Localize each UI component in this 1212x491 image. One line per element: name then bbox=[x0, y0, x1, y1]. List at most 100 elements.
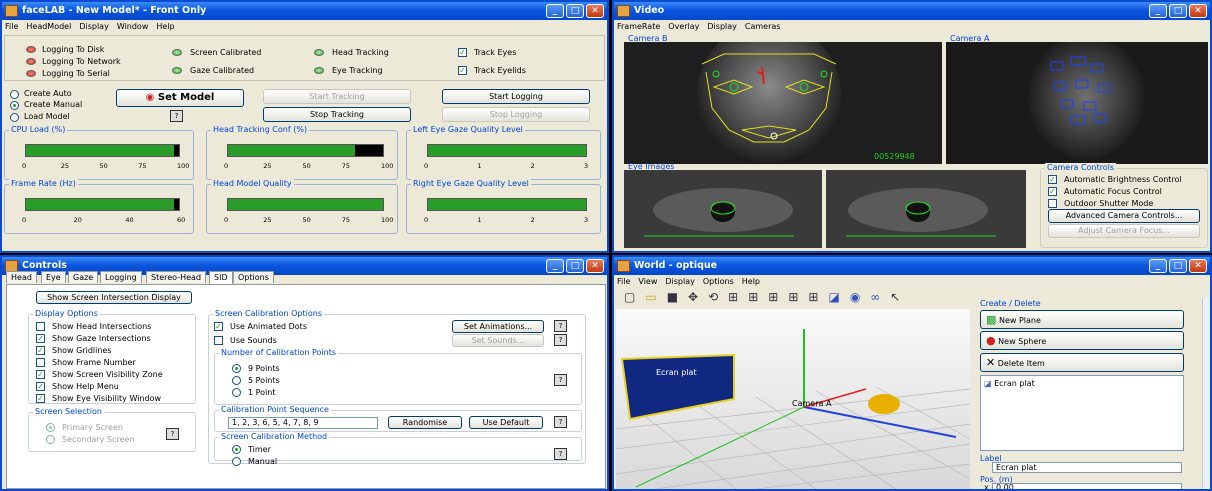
menu-window[interactable]: Window bbox=[117, 22, 149, 31]
create-auto-radio[interactable] bbox=[10, 90, 19, 99]
menu-help[interactable]: Help bbox=[156, 22, 174, 31]
maximize-button[interactable]: □ bbox=[1169, 4, 1187, 18]
view-persp-icon[interactable]: ⊞ bbox=[808, 290, 828, 304]
sequence-input[interactable]: 1, 2, 3, 6, 5, 4, 7, 8, 9 bbox=[228, 417, 378, 429]
track-eyes-checkbox[interactable]: ✓ bbox=[458, 48, 467, 57]
menu-display[interactable]: Display bbox=[79, 22, 109, 31]
set-animations-button[interactable]: Set Animations... bbox=[452, 320, 544, 333]
menu-framerate[interactable]: FrameRate bbox=[617, 22, 660, 31]
help-icon[interactable]: ? bbox=[554, 374, 567, 386]
open-folder-icon[interactable]: ▭ bbox=[645, 290, 666, 304]
menu-help[interactable]: Help bbox=[742, 277, 760, 286]
5-points-radio[interactable] bbox=[232, 376, 241, 385]
load-model-radio[interactable] bbox=[10, 113, 19, 122]
menu-view[interactable]: View bbox=[638, 277, 657, 286]
tab-gaze[interactable]: Gaze bbox=[68, 271, 99, 283]
timer-radio[interactable] bbox=[232, 445, 241, 454]
rotate-icon[interactable]: ⟲ bbox=[708, 290, 728, 304]
close-button[interactable]: ✕ bbox=[1189, 4, 1207, 18]
save-icon[interactable]: ■ bbox=[667, 290, 688, 304]
auto-brightness-checkbox[interactable]: ✓ bbox=[1048, 175, 1057, 184]
help-icon[interactable]: ? bbox=[554, 416, 567, 428]
tab-stereo-head[interactable]: Stereo-Head bbox=[146, 271, 207, 283]
group-label: Calibration Point Sequence bbox=[219, 405, 331, 414]
use-sounds-checkbox[interactable] bbox=[214, 336, 223, 345]
show-eye-visibility-window-checkbox[interactable]: ✓ bbox=[36, 394, 45, 403]
help-icon[interactable]: ? bbox=[554, 320, 567, 332]
new-file-icon[interactable]: ▢ bbox=[624, 290, 645, 304]
checkbox-label: Outdoor Shutter Mode bbox=[1064, 199, 1154, 208]
view-iso-icon[interactable]: ⊞ bbox=[788, 290, 808, 304]
manual-radio[interactable] bbox=[232, 457, 241, 466]
help-icon[interactable]: ? bbox=[554, 334, 567, 346]
new-plane-button[interactable]: ▩ New Plane bbox=[980, 310, 1184, 329]
start-tracking-button[interactable]: Start Tracking bbox=[263, 89, 411, 104]
binoculars-icon[interactable]: ∞ bbox=[870, 290, 890, 304]
menu-file[interactable]: File bbox=[5, 22, 18, 31]
new-sphere-button[interactable]: ● New Sphere bbox=[980, 331, 1184, 350]
track-eyelids-checkbox[interactable]: ✓ bbox=[458, 66, 467, 75]
secondary-screen-radio[interactable] bbox=[46, 435, 55, 444]
create-manual-radio[interactable] bbox=[10, 101, 19, 110]
9-points-radio[interactable] bbox=[232, 364, 241, 373]
show-gaze-intersections-checkbox[interactable]: ✓ bbox=[36, 334, 45, 343]
tab-sid[interactable]: SID bbox=[209, 271, 233, 284]
menu-file[interactable]: File bbox=[617, 277, 630, 286]
show-head-intersections-checkbox[interactable] bbox=[36, 322, 45, 331]
help-pointer-icon[interactable]: ↖ bbox=[890, 290, 910, 304]
show-gridlines-checkbox[interactable]: ✓ bbox=[36, 346, 45, 355]
use-animated-dots-checkbox[interactable]: ✓ bbox=[214, 322, 223, 331]
help-icon[interactable]: ? bbox=[166, 428, 179, 440]
group-label: Number of Calibration Points bbox=[219, 348, 339, 357]
randomise-button[interactable]: Randomise bbox=[388, 416, 462, 429]
show-frame-number-checkbox[interactable] bbox=[36, 358, 45, 367]
minimize-button[interactable]: _ bbox=[546, 4, 564, 18]
menu-display[interactable]: Display bbox=[707, 22, 737, 31]
stop-tracking-button[interactable]: Stop Tracking bbox=[263, 107, 411, 122]
set-model-button[interactable]: ◉ Set Model bbox=[116, 89, 244, 107]
camera-icon[interactable]: ◉ bbox=[850, 290, 870, 304]
view-front-icon[interactable]: ⊞ bbox=[728, 290, 748, 304]
maximize-button[interactable]: □ bbox=[1169, 259, 1187, 273]
stop-logging-button[interactable]: Stop Logging bbox=[442, 107, 590, 122]
view-top-icon[interactable]: ⊞ bbox=[768, 290, 788, 304]
delete-item-button[interactable]: ✕ Delete Item bbox=[980, 353, 1184, 372]
menu-display[interactable]: Display bbox=[665, 277, 695, 286]
help-icon[interactable]: ? bbox=[554, 448, 567, 460]
minimize-button[interactable]: _ bbox=[1149, 259, 1167, 273]
panel-scrollbar[interactable] bbox=[1202, 298, 1210, 489]
list-item[interactable]: ◪ Ecran plat bbox=[984, 379, 1035, 388]
show-help-menu-checkbox[interactable]: ✓ bbox=[36, 382, 45, 391]
tab-options[interactable]: Options bbox=[233, 271, 274, 283]
menu-options[interactable]: Options bbox=[703, 277, 734, 286]
outdoor-shutter-checkbox[interactable] bbox=[1048, 199, 1057, 208]
adjust-camera-focus-button[interactable]: Adjust Camera Focus... bbox=[1048, 224, 1200, 238]
primary-screen-radio[interactable] bbox=[46, 423, 55, 432]
view-side-icon[interactable]: ⊞ bbox=[748, 290, 768, 304]
label-input[interactable]: Ecran plat bbox=[992, 462, 1182, 473]
help-icon[interactable]: ? bbox=[170, 110, 183, 122]
maximize-button[interactable]: □ bbox=[566, 4, 584, 18]
advanced-camera-controls-button[interactable]: Advanced Camera Controls... bbox=[1048, 209, 1200, 223]
pos-x-input[interactable]: 0.00 bbox=[992, 483, 1182, 489]
move-icon[interactable]: ✥ bbox=[688, 290, 708, 304]
menu-headmodel[interactable]: HeadModel bbox=[26, 22, 71, 31]
set-sounds-button[interactable]: Set Sounds... bbox=[452, 334, 544, 347]
tab-eye[interactable]: Eye bbox=[41, 271, 66, 283]
auto-focus-checkbox[interactable]: ✓ bbox=[1048, 187, 1057, 196]
screen-icon[interactable]: ◪ bbox=[828, 290, 849, 304]
start-logging-button[interactable]: Start Logging bbox=[442, 89, 590, 104]
show-screen-intersection-button[interactable]: Show Screen Intersection Display bbox=[36, 291, 192, 304]
tab-head[interactable]: Head bbox=[6, 271, 37, 283]
tab-logging[interactable]: Logging bbox=[100, 271, 142, 283]
1-point-radio[interactable] bbox=[232, 388, 241, 397]
use-default-button[interactable]: Use Default bbox=[469, 416, 543, 429]
close-button[interactable]: ✕ bbox=[1189, 259, 1207, 273]
menu-overlay[interactable]: Overlay bbox=[668, 22, 699, 31]
menu-cameras[interactable]: Cameras bbox=[745, 22, 781, 31]
show-screen-visibility-zone-checkbox[interactable]: ✓ bbox=[36, 370, 45, 379]
status-led bbox=[26, 46, 36, 53]
3d-viewport[interactable]: Ecran plat Camera A bbox=[616, 309, 970, 489]
minimize-button[interactable]: _ bbox=[1149, 4, 1167, 18]
close-button[interactable]: ✕ bbox=[586, 4, 604, 18]
